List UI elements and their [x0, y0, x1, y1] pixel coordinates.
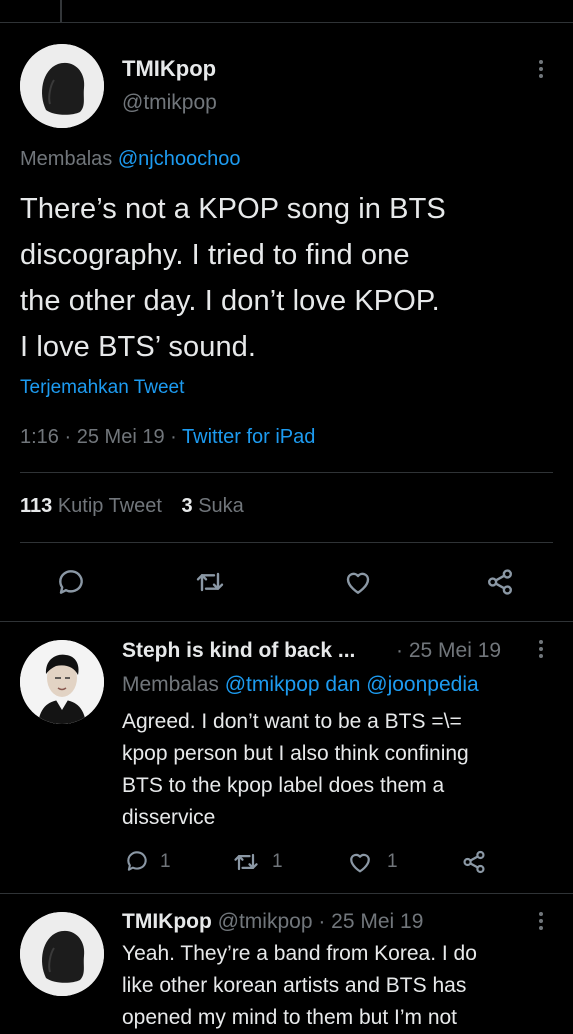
quote-tweet-stat[interactable]: 113 Kutip Tweet: [20, 495, 168, 517]
tweet-text-line: discography. I tried to find one: [20, 239, 410, 271]
reply-text-line: Yeah. They’re a band from Korea. I do: [122, 942, 477, 965]
replying-prefix: Membalas: [122, 673, 219, 696]
like-stat[interactable]: 3 Suka: [182, 495, 244, 517]
reply-icon[interactable]: [55, 566, 87, 598]
reply-text-line: disservice: [122, 806, 216, 829]
avatar[interactable]: [20, 912, 104, 996]
reply-text-line: opened my mind to them but I’m not: [122, 1006, 458, 1029]
share-icon[interactable]: [484, 566, 516, 598]
replying-to-link[interactable]: @njchoochoo: [118, 148, 241, 170]
reply-display-name[interactable]: TMIKpop: [122, 910, 212, 933]
retweet-count: 1: [272, 851, 283, 872]
replying-prefix: Membalas: [20, 148, 113, 170]
tweet-text: There’s not a KPOP song in BTS discograp…: [20, 186, 565, 370]
like-label: Suka: [198, 495, 244, 517]
reply-display-name[interactable]: Steph is kind of back ...: [122, 639, 355, 663]
avatar[interactable]: [20, 640, 104, 724]
translate-tweet-link[interactable]: Terjemahkan Tweet: [20, 377, 184, 399]
reply-divider: [0, 893, 573, 894]
retweet-icon[interactable]: [232, 848, 260, 876]
avatar[interactable]: [20, 44, 104, 128]
reply-date[interactable]: · 25 Mei 19: [396, 639, 501, 663]
top-divider: [0, 22, 573, 23]
reply-text-line: BTS to the kpop label does them a: [122, 774, 445, 797]
tweet-time[interactable]: 1:16: [20, 426, 59, 448]
tweet-text-line: the other day. I don’t love KPOP.: [20, 285, 440, 317]
reply-header: TMIKpop @tmikpop · 25 Mei 19: [122, 910, 423, 934]
more-icon[interactable]: [539, 60, 547, 81]
quote-count: 113: [20, 495, 53, 517]
like-icon[interactable]: [346, 848, 374, 876]
thread-connector-line: [60, 0, 62, 22]
replying-to-link[interactable]: @tmikpop dan @joonpedia: [225, 673, 479, 696]
more-icon[interactable]: [539, 912, 547, 933]
stats-top-divider: [20, 472, 553, 473]
retweet-icon[interactable]: [194, 566, 226, 598]
more-icon[interactable]: [539, 640, 547, 661]
display-name[interactable]: TMIKpop: [122, 56, 216, 82]
reply-text-line: Agreed. I don’t want to be a BTS =\=: [122, 710, 462, 733]
like-icon[interactable]: [342, 566, 374, 598]
tweet-stats: 113 Kutip Tweet 3 Suka: [20, 495, 244, 518]
tweet-text-line: There’s not a KPOP song in BTS: [20, 193, 446, 225]
quote-label: Kutip Tweet: [57, 495, 162, 517]
tweet-source-link[interactable]: Twitter for iPad: [182, 426, 315, 448]
reply-icon[interactable]: [124, 848, 150, 874]
like-count: 3: [181, 495, 193, 517]
separator: ·: [64, 426, 72, 448]
share-icon[interactable]: [460, 848, 488, 876]
reply-text: Yeah. They’re a band from Korea. I do li…: [122, 938, 562, 1034]
reply-handle-date[interactable]: @tmikpop · 25 Mei 19: [218, 910, 424, 933]
tweet-date[interactable]: 25 Mei 19: [77, 426, 165, 448]
replying-to: Membalas @tmikpop dan @joonpedia: [122, 673, 479, 697]
separator: ·: [170, 426, 177, 448]
reply-text-line: kpop person but I also think confining: [122, 742, 469, 765]
tweet-meta: 1:16 · 25 Mei 19 · Twitter for iPad: [20, 426, 315, 449]
tweet-text-line: I love BTS’ sound.: [20, 331, 257, 363]
stats-bottom-divider: [20, 542, 553, 543]
main-tweet-bottom-divider: [0, 621, 573, 622]
replying-to: Membalas @njchoochoo: [20, 148, 240, 171]
reply-text: Agreed. I don’t want to be a BTS =\= kpo…: [122, 706, 562, 834]
reply-text-line: like other korean artists and BTS has: [122, 974, 467, 997]
user-handle[interactable]: @tmikpop: [122, 91, 217, 115]
reply-count: 1: [160, 851, 171, 872]
like-count: 1: [387, 851, 398, 872]
